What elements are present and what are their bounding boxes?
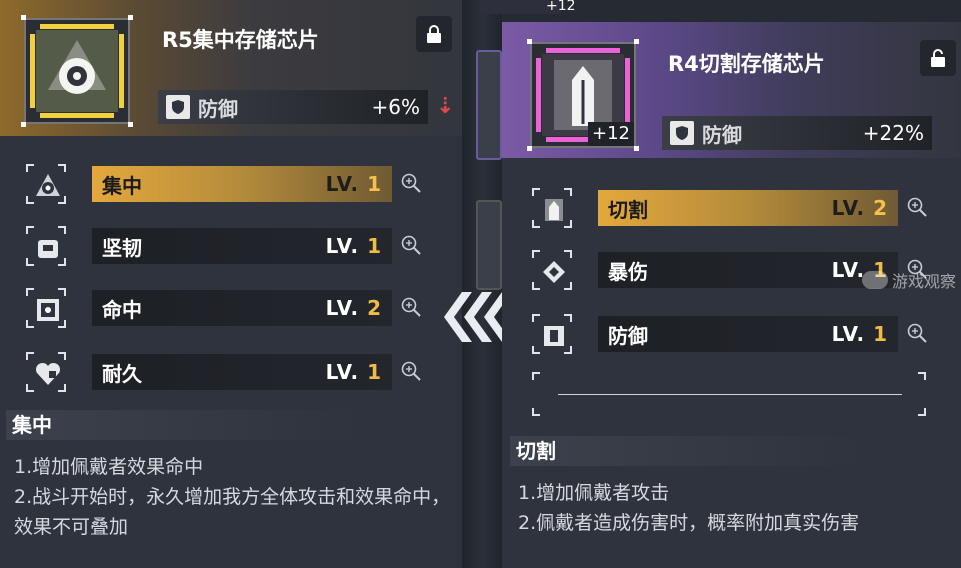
background-chip-card: [476, 50, 502, 160]
defense-shield-icon: [166, 95, 190, 119]
chip-icon-frame[interactable]: +12: [527, 39, 639, 151]
endurance-skill-icon: [24, 350, 68, 394]
skill-bar: 切割 LV. 2: [598, 190, 898, 226]
defense-shield-icon: [670, 121, 694, 145]
skill-name: 耐久: [102, 361, 142, 386]
zoom-in-icon[interactable]: [906, 196, 928, 218]
upgrade-level-badge: +12: [588, 122, 634, 146]
zoom-in-icon[interactable]: [400, 172, 422, 194]
watermark-logo-icon: [862, 271, 888, 289]
main-stat-bar: 防御 +6%: [158, 90, 428, 124]
skill-bar: 防御 LV. 1: [598, 316, 898, 352]
description-line: 2.佩戴者造成伤害时，概率附加真实伤害: [518, 512, 860, 534]
stat-name: 防御: [702, 122, 742, 147]
zoom-in-icon[interactable]: [400, 234, 422, 256]
defense-skill-icon: [530, 312, 574, 356]
focus-skill-icon: [24, 162, 68, 206]
main-stat-bar: 防御 +22%: [662, 116, 932, 150]
skill-row[interactable]: 集中 LV. 1: [24, 164, 464, 204]
skill-name: 集中: [102, 173, 142, 198]
watermark-text: 游戏观察: [892, 272, 957, 291]
background-level-label: +12: [480, 0, 576, 14]
skill-name: 暴伤: [608, 259, 648, 284]
chip-title: R4切割存储芯片: [668, 52, 825, 76]
description-line: 1.增加佩戴者攻击: [518, 482, 670, 504]
stat-value: +6%: [371, 95, 421, 119]
skill-level: LV. 2: [831, 196, 888, 220]
skill-bar: 坚韧 LV. 1: [92, 228, 392, 264]
skill-bar: 暴伤 LV. 1: [598, 252, 898, 288]
background-chip-card: [476, 200, 502, 290]
skill-description: 1.增加佩戴者效果命中 2.战斗开始时，永久增加我方全体攻击和效果命中，效果不可…: [14, 452, 454, 542]
skill-level: LV. 1: [831, 322, 888, 346]
skill-row[interactable]: 防御 LV. 1: [530, 314, 960, 354]
skill-name: 切割: [608, 197, 648, 222]
skill-description-title: 集中: [6, 410, 366, 440]
accuracy-skill-icon: [24, 286, 68, 330]
skill-row[interactable]: 命中 LV. 2: [24, 288, 464, 328]
chip-title: R5集中存储芯片: [162, 28, 319, 52]
watermark: 游戏观察: [862, 266, 961, 294]
skill-row[interactable]: 耐久 LV. 1: [24, 352, 464, 392]
description-line: 2.战斗开始时，永久增加我方全体攻击和效果命中，效果不可叠加: [14, 486, 451, 538]
lock-icon: [427, 25, 441, 43]
focus-chip-icon: [30, 24, 124, 118]
skill-description-title: 切割: [510, 436, 870, 466]
skill-bar: 耐久 LV. 1: [92, 354, 392, 390]
skill-description: 1.增加佩戴者攻击 2.佩戴者造成伤害时，概率附加真实伤害: [518, 478, 948, 538]
skill-row[interactable]: 切割 LV. 2: [530, 188, 960, 228]
unlock-icon: [931, 49, 945, 67]
lock-button[interactable]: [416, 16, 452, 52]
skill-level: LV. 1: [325, 234, 382, 258]
toughness-skill-icon: [24, 224, 68, 268]
zoom-in-icon[interactable]: [400, 360, 422, 382]
skill-level: LV. 1: [325, 360, 382, 384]
current-chip-panel: R5集中存储芯片 防御 +6% ⇣ 集中 LV. 1 坚韧 LV. 1 命中 L…: [0, 0, 462, 568]
cut-skill-icon: [530, 186, 574, 230]
skill-row[interactable]: 坚韧 LV. 1: [24, 226, 464, 266]
skill-level: LV. 1: [325, 172, 382, 196]
skill-name: 命中: [102, 297, 142, 322]
compared-chip-panel: +12 R4切割存储芯片 防御 +22% 切割 LV. 2 暴伤 LV. 1 防…: [502, 22, 961, 568]
skill-bar: 集中 LV. 1: [92, 166, 392, 202]
crit-damage-skill-icon: [530, 248, 574, 292]
skill-name: 坚韧: [102, 235, 142, 260]
stat-decrease-arrow-icon: ⇣: [436, 94, 455, 119]
zoom-in-icon[interactable]: [400, 296, 422, 318]
unlock-button[interactable]: [920, 40, 956, 76]
empty-skill-slot: [532, 372, 926, 416]
skill-level: LV. 2: [325, 296, 382, 320]
zoom-in-icon[interactable]: [906, 322, 928, 344]
stat-value: +22%: [862, 121, 924, 145]
empty-slot-divider: [558, 394, 902, 395]
stat-name: 防御: [198, 96, 238, 121]
skill-name: 防御: [608, 323, 648, 348]
description-line: 1.增加佩戴者效果命中: [14, 456, 204, 478]
skill-bar: 命中 LV. 2: [92, 290, 392, 326]
chip-icon-frame[interactable]: [21, 15, 133, 127]
